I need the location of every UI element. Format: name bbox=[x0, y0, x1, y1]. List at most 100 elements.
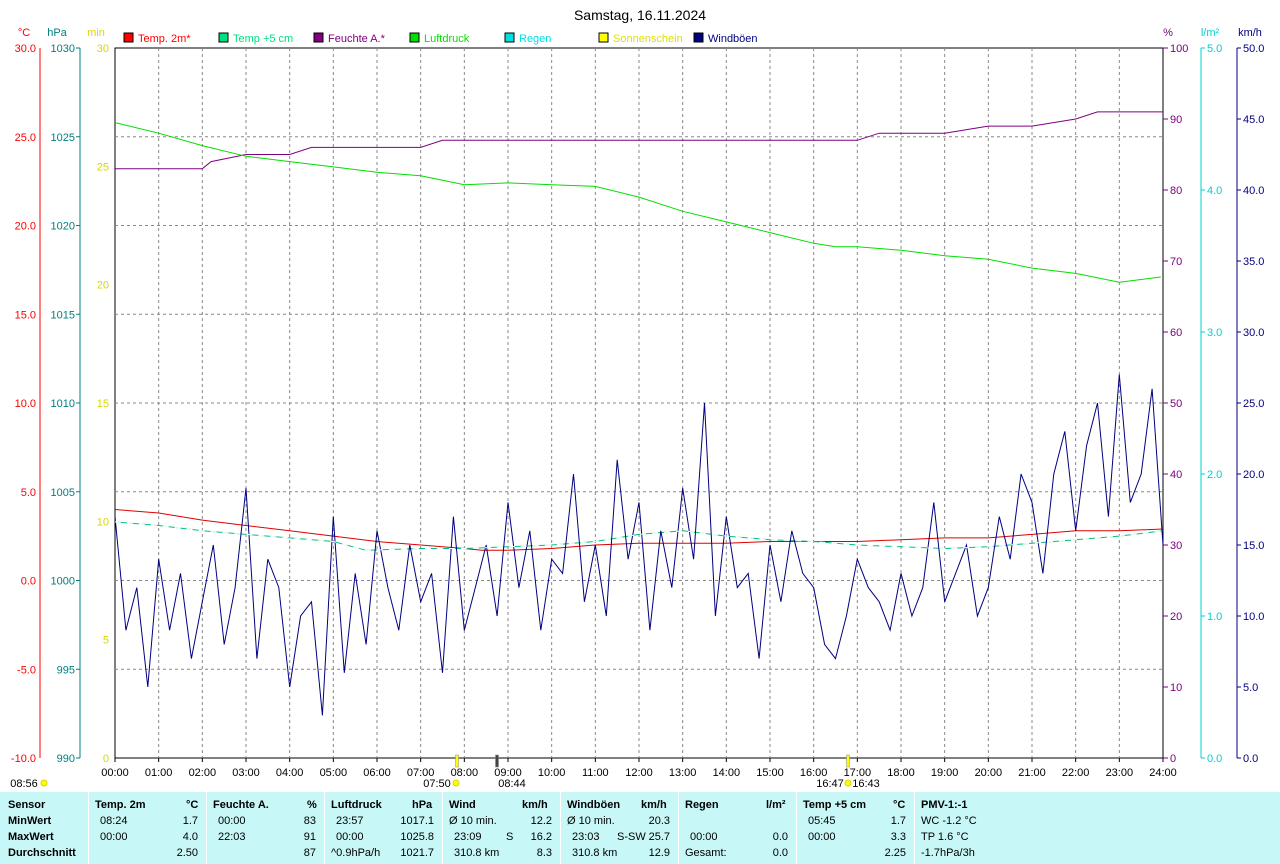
header-gust: Windböen bbox=[567, 799, 621, 811]
gust-min-label: Ø 10 min. bbox=[567, 815, 615, 827]
wind-tick-label: 30.0 bbox=[1243, 327, 1264, 339]
wind-avg: 8.3 bbox=[536, 847, 552, 859]
x-tick-label: 01:00 bbox=[145, 767, 173, 779]
header-temp5-unit: °C bbox=[893, 799, 906, 811]
pressure-tick-label: 1015 bbox=[51, 309, 75, 321]
wind-tick-label: 25.0 bbox=[1243, 398, 1264, 410]
humidity-tick-label: 20 bbox=[1170, 611, 1182, 623]
x-tick-label: 08:00 bbox=[451, 767, 479, 779]
wind-tick-label: 10.0 bbox=[1243, 611, 1264, 623]
wind-dist: 310.8 km bbox=[454, 847, 500, 859]
sun-marker-label: 08:56 bbox=[10, 778, 38, 790]
wind-tick-label: 35.0 bbox=[1243, 256, 1264, 268]
sunshine-tick-label: 0 bbox=[103, 753, 109, 765]
weather-chart: Samstag, 16.11.2024 30.0 25.0 20.0 15.0 10.0… bbox=[0, 0, 1280, 792]
legend-label: Regen bbox=[519, 33, 551, 45]
x-tick-label: 14:00 bbox=[713, 767, 741, 779]
header-rain: Regen bbox=[685, 799, 719, 811]
sun-axis-mark bbox=[455, 754, 459, 768]
humidity-tick-label: 80 bbox=[1170, 185, 1182, 197]
wind-max: 16.2 bbox=[530, 831, 552, 843]
legend-swatch bbox=[123, 32, 134, 43]
pmv-trend: -1.7hPa/3h bbox=[921, 847, 975, 859]
gust-avg: 12.9 bbox=[648, 847, 670, 859]
sun-axis-mark bbox=[846, 754, 850, 768]
legend-swatch bbox=[218, 32, 229, 43]
wind-tick-label: 0.0 bbox=[1243, 753, 1258, 765]
header-pmv: PMV-1:-1 bbox=[921, 799, 968, 811]
legend-swatch bbox=[313, 32, 324, 43]
temp-min: 1.7 bbox=[182, 815, 198, 827]
legend-label: Windböen bbox=[708, 33, 758, 45]
legend-swatch bbox=[598, 32, 609, 43]
gust-dist: 310.8 km bbox=[572, 847, 618, 859]
humidity-tick-label: 100 bbox=[1170, 43, 1188, 55]
sun-icon bbox=[844, 779, 852, 787]
x-tick-label: 02:00 bbox=[189, 767, 217, 779]
sunshine-tick-label: 20 bbox=[97, 280, 109, 292]
pressure-tick-label: 1005 bbox=[51, 487, 75, 499]
humidity-unit-label: % bbox=[1163, 27, 1173, 39]
hum-avg: 87 bbox=[303, 847, 316, 859]
x-tick-label: 22:00 bbox=[1062, 767, 1090, 779]
sunshine-tick-label: 10 bbox=[97, 516, 109, 528]
header-temp5: Temp +5 cm bbox=[803, 799, 867, 811]
temp-tick-label: -5.0 bbox=[17, 664, 36, 676]
x-tick-label: 00:00 bbox=[101, 767, 129, 779]
x-tick-label: 04:00 bbox=[276, 767, 304, 779]
humidity-tick-label: 30 bbox=[1170, 540, 1182, 552]
humidity-tick-label: 0 bbox=[1170, 753, 1176, 765]
x-tick-label: 06:00 bbox=[363, 767, 391, 779]
temp-tick-label: 15.0 bbox=[15, 309, 36, 321]
temp-tick-label: 5.0 bbox=[21, 487, 36, 499]
legend-label: Feuchte A.* bbox=[328, 33, 386, 45]
header-hum-unit: % bbox=[307, 799, 317, 811]
wind-tick-label: 5.0 bbox=[1243, 682, 1258, 694]
header-temp: Temp. 2m bbox=[95, 799, 146, 811]
sunshine-tick-label: 5 bbox=[103, 635, 109, 647]
temp5-max: 3.3 bbox=[890, 831, 906, 843]
sun-icon bbox=[452, 779, 460, 787]
x-tick-label: 03:00 bbox=[232, 767, 260, 779]
temp5-min: 1.7 bbox=[890, 815, 906, 827]
header-press: Luftdruck bbox=[331, 799, 382, 811]
header-gust-unit: km/h bbox=[641, 799, 667, 811]
humidity-tick-label: 40 bbox=[1170, 469, 1182, 481]
wind-min-label: Ø 10 min. bbox=[449, 815, 497, 827]
x-tick-label: 18:00 bbox=[887, 767, 915, 779]
pmv-wc: WC -1.2 °C bbox=[921, 815, 977, 827]
rain-tick-label: 4.0 bbox=[1207, 185, 1222, 197]
rain-total: 0.0 bbox=[772, 847, 788, 859]
wind-tick-label: 40.0 bbox=[1243, 185, 1264, 197]
pressure-tick-label: 1025 bbox=[51, 132, 75, 144]
press-min-time: 23:57 bbox=[336, 815, 364, 827]
legend-swatch bbox=[409, 32, 420, 43]
press-trend: ^0.9hPa/h bbox=[331, 847, 381, 859]
sun-marker-label: 07:50 bbox=[423, 778, 451, 790]
rain-max: 0.0 bbox=[772, 831, 788, 843]
x-tick-label: 15:00 bbox=[756, 767, 784, 779]
wind-min: 12.2 bbox=[530, 815, 552, 827]
rain-unit-label: l/m² bbox=[1201, 27, 1220, 39]
legend-label: Luftdruck bbox=[424, 33, 470, 45]
pressure-tick-label: 990 bbox=[57, 753, 75, 765]
legend-label: Sonnenschein bbox=[613, 33, 683, 45]
rain-tick-label: 5.0 bbox=[1207, 43, 1222, 55]
header-wind-unit: km/h bbox=[522, 799, 548, 811]
row-min-label: MinWert bbox=[8, 815, 52, 827]
press-max: 1025.8 bbox=[400, 831, 434, 843]
header-rain-unit: l/m² bbox=[766, 799, 786, 811]
summary-table: Sensor MinWert MaxWert Durchschnitt Temp… bbox=[0, 792, 1280, 864]
rain-max-time: 00:00 bbox=[690, 831, 718, 843]
rain-tick-label: 0.0 bbox=[1207, 753, 1222, 765]
sunshine-tick-label: 15 bbox=[97, 398, 109, 410]
header-press-unit: hPa bbox=[412, 799, 433, 811]
x-tick-label: 05:00 bbox=[320, 767, 348, 779]
temp-tick-label: 20.0 bbox=[15, 221, 36, 233]
x-tick-label: 19:00 bbox=[931, 767, 959, 779]
sunshine-tick-label: 25 bbox=[97, 161, 109, 173]
temp5-avg: 2.25 bbox=[884, 847, 906, 859]
rain-tick-label: 1.0 bbox=[1207, 611, 1222, 623]
x-tick-label: 11:00 bbox=[582, 767, 609, 779]
wind-unit-label: km/h bbox=[1238, 27, 1262, 39]
